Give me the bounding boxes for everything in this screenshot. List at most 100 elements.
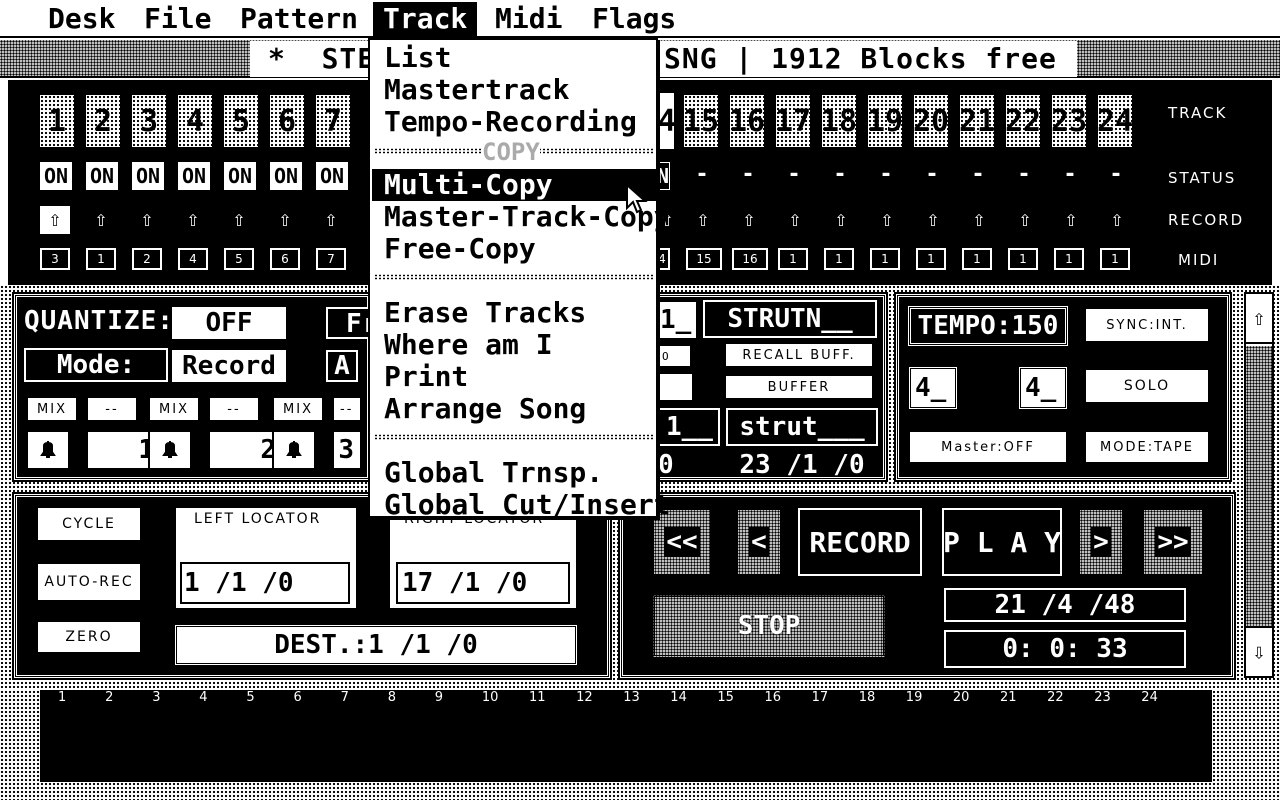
master-button[interactable]: Master:OFF: [908, 430, 1068, 464]
menu-item-where-am-i[interactable]: Where am I: [384, 329, 553, 361]
midi-channel-box[interactable]: 1: [86, 248, 116, 270]
song-position[interactable]: 21 /4 /48: [944, 588, 1186, 622]
midi-channel-box[interactable]: 1: [824, 248, 854, 270]
mute-bell-button[interactable]: [148, 430, 192, 470]
menu-item-list[interactable]: List: [384, 42, 451, 74]
status-on-button[interactable]: ON: [178, 162, 210, 190]
status-partial[interactable]: N: [656, 162, 670, 190]
menu-item-erase-tracks[interactable]: Erase Tracks: [384, 297, 586, 329]
track-number-button[interactable]: 16: [728, 93, 766, 149]
track-number-button[interactable]: 5: [222, 93, 260, 149]
midi-channel-box[interactable]: 6: [270, 248, 300, 270]
scroll-down-arrow-icon[interactable]: ⇩: [1246, 626, 1272, 676]
record-arrow-icon[interactable]: ⇧: [964, 206, 994, 234]
track-number-button[interactable]: 7: [314, 93, 352, 149]
midi-channel-box[interactable]: 1: [1054, 248, 1084, 270]
menu-item-global-cut-insert[interactable]: Global Cut/Insert: [384, 489, 671, 521]
mix-dash-button[interactable]: --: [86, 396, 138, 422]
tempo-display[interactable]: TEMPO:150: [908, 306, 1068, 346]
play-button[interactable]: P L A Y: [942, 508, 1062, 576]
time-sig-denominator[interactable]: 4_: [1018, 366, 1068, 410]
record-arrow-icon[interactable]: ⇧: [86, 206, 116, 234]
status-dash[interactable]: -: [778, 162, 810, 190]
record-arrow-icon[interactable]: ⇧: [1056, 206, 1086, 234]
status-on-button[interactable]: ON: [40, 162, 72, 190]
status-dash[interactable]: -: [916, 162, 948, 190]
mix-button[interactable]: MIX: [148, 396, 200, 422]
record-button[interactable]: RECORD: [798, 508, 922, 576]
status-on-button[interactable]: ON: [270, 162, 302, 190]
status-on-button[interactable]: ON: [224, 162, 256, 190]
status-dash[interactable]: -: [732, 162, 764, 190]
track-number-button[interactable]: 23: [1050, 93, 1088, 149]
track-number-button[interactable]: 20: [912, 93, 950, 149]
menu-file[interactable]: File: [134, 2, 221, 36]
record-arrow-icon[interactable]: ⇧: [270, 206, 300, 234]
back-button[interactable]: <: [736, 508, 782, 576]
mix-button[interactable]: MIX: [26, 396, 78, 422]
mix-dash-button[interactable]: --: [208, 396, 260, 422]
record-arrow-icon[interactable]: ⇧: [780, 206, 810, 234]
midi-channel-box[interactable]: 1: [778, 248, 808, 270]
midi-channel-box[interactable]: 4: [178, 248, 208, 270]
record-arrow-icon[interactable]: ⇧: [918, 206, 948, 234]
midi-channel-box[interactable]: 1: [870, 248, 900, 270]
record-arrow-icon[interactable]: ⇧: [1010, 206, 1040, 234]
record-arrow-icon[interactable]: ⇧: [734, 206, 764, 234]
track-number-button[interactable]: 15: [682, 93, 720, 149]
midi-channel-box[interactable]: 1: [1100, 248, 1130, 270]
midi-channel-box[interactable]: 16: [732, 248, 768, 270]
menu-item-mastertrack[interactable]: Mastertrack: [384, 74, 569, 106]
midi-channel-box[interactable]: 2: [132, 248, 162, 270]
track-number-button[interactable]: 18: [820, 93, 858, 149]
status-on-button[interactable]: ON: [316, 162, 348, 190]
recall-buffer-button[interactable]: RECALL BUFF.: [724, 342, 874, 368]
quantize-value[interactable]: OFF: [172, 307, 286, 339]
scroll-up-arrow-icon[interactable]: ⇧: [1246, 294, 1272, 344]
menu-pattern[interactable]: Pattern: [230, 2, 368, 36]
menu-track[interactable]: Track: [373, 2, 477, 36]
left-locator-value[interactable]: 1 /1 /0: [180, 562, 350, 604]
menu-item-tempo-recording[interactable]: Tempo-Recording: [384, 106, 637, 138]
status-dash[interactable]: -: [824, 162, 856, 190]
fast-forward-button[interactable]: >>: [1142, 508, 1204, 576]
midi-channel-box[interactable]: 1: [1008, 248, 1038, 270]
track-number-button[interactable]: 24: [1096, 93, 1134, 149]
stop-button[interactable]: STOP: [652, 594, 886, 658]
partial-blank-button[interactable]: [658, 374, 692, 400]
record-arrow-icon[interactable]: ⇧: [872, 206, 902, 234]
midi-channel-box[interactable]: 3: [40, 248, 70, 270]
scroll-track[interactable]: [1246, 346, 1272, 626]
auto-rec-button[interactable]: AUTO-REC: [36, 562, 142, 602]
menu-desk[interactable]: Desk: [38, 2, 125, 36]
track-number-button[interactable]: 4: [176, 93, 214, 149]
midi-channel-box[interactable]: 1: [916, 248, 946, 270]
track-number-button[interactable]: 14: [656, 93, 674, 149]
track-number-button[interactable]: 22: [1004, 93, 1042, 149]
midi-channel-box[interactable]: 1: [962, 248, 992, 270]
record-arrow-icon[interactable]: ⇧: [688, 206, 718, 234]
track-number-button[interactable]: 19: [866, 93, 904, 149]
menu-item-arrange-song[interactable]: Arrange Song: [384, 393, 586, 425]
time-sig-numerator[interactable]: 4_: [908, 366, 958, 410]
track-number-button[interactable]: 21: [958, 93, 996, 149]
channel-number[interactable]: 3: [332, 430, 362, 470]
record-arrow-icon[interactable]: ⇧: [40, 206, 70, 234]
mix-button[interactable]: MIX: [272, 396, 324, 422]
cycle-button[interactable]: CYCLE: [36, 506, 142, 542]
midi-channel-box[interactable]: 5: [224, 248, 254, 270]
track-number-button[interactable]: 3: [130, 93, 168, 149]
menu-item-multi-copy[interactable]: Multi-Copy: [372, 169, 656, 201]
record-arrow-icon[interactable]: ⇧: [1102, 206, 1132, 234]
mute-bell-button[interactable]: [26, 430, 70, 470]
track-number-button[interactable]: 1: [38, 93, 76, 149]
status-dash[interactable]: -: [962, 162, 994, 190]
menu-item-free-copy[interactable]: Free-Copy: [384, 233, 536, 265]
track-number-button[interactable]: 2: [84, 93, 122, 149]
status-dash[interactable]: -: [1054, 162, 1086, 190]
sync-button[interactable]: SYNC:INT.: [1084, 307, 1210, 343]
track-number-button[interactable]: 6: [268, 93, 306, 149]
song-time[interactable]: 0: 0: 33: [944, 630, 1186, 668]
status-dash[interactable]: -: [1100, 162, 1132, 190]
mix-dash-button[interactable]: --: [332, 396, 362, 422]
